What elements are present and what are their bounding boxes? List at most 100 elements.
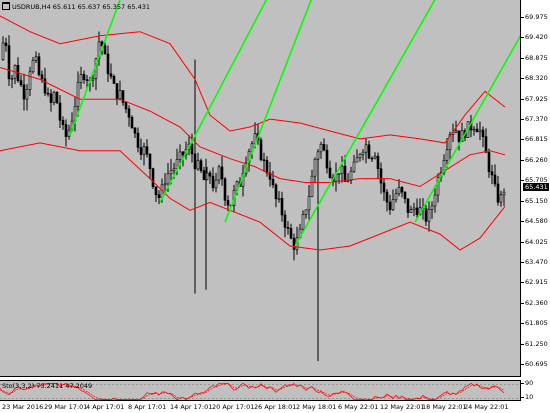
candle-body <box>478 129 482 133</box>
candle-body <box>157 194 161 198</box>
time-tick: 6 May 22:01 <box>338 403 379 411</box>
candle-body <box>214 179 218 189</box>
candle-body <box>484 136 488 153</box>
candle-body <box>259 139 263 161</box>
stochastic-axis-top: 90 <box>520 379 534 387</box>
candle-body <box>127 108 131 118</box>
time-axis[interactable]: 23 Mar 2016 29 Mar 17:01 4 Apr 17:01 8 Apr … <box>0 402 521 413</box>
candle-body <box>364 144 368 153</box>
candle-body <box>25 89 29 100</box>
candle-body <box>40 74 44 80</box>
price-tick: 60.695 <box>521 360 548 368</box>
candle-body <box>106 53 110 75</box>
candle-body <box>445 149 449 161</box>
candle-body <box>271 179 275 186</box>
candle-body <box>61 119 65 125</box>
candle-body <box>316 151 320 160</box>
candle-body <box>358 154 362 159</box>
candle-body <box>352 161 356 172</box>
candle-body <box>79 74 83 83</box>
candle-body <box>43 78 47 94</box>
stochastic-pane[interactable]: Sto(3,3,2) 73.2411 47.2049 <box>0 380 521 401</box>
candle-body <box>265 160 269 174</box>
candle-body <box>283 214 287 228</box>
price-chart-pane[interactable]: USDRUB,H4 65.611 65.637 65.357 65.431 <box>0 0 521 377</box>
stochastic-label: Sto(3,3,2) 73.2411 47.2049 <box>2 382 93 390</box>
candle-body <box>85 79 89 81</box>
candle-body <box>373 155 377 159</box>
candle-body <box>82 74 86 80</box>
candle-body <box>19 80 23 86</box>
candle-body <box>433 194 437 207</box>
candle-body <box>10 77 14 80</box>
candle-body <box>502 191 506 196</box>
candle-body <box>391 199 395 211</box>
candle-body <box>67 129 71 137</box>
candle-body <box>217 166 221 181</box>
candle-body <box>493 174 497 185</box>
candle-body <box>400 187 404 193</box>
candle-body <box>37 56 41 76</box>
price-chart-svg[interactable] <box>0 0 521 377</box>
candle-body <box>145 146 149 155</box>
candle-body <box>163 183 167 186</box>
candle-body <box>397 187 401 195</box>
candle-body <box>208 172 212 177</box>
candle-body <box>286 227 290 229</box>
candle-body <box>34 56 38 61</box>
candles <box>1 31 506 261</box>
price-tick: 62.915 <box>521 278 548 287</box>
candle-body <box>475 128 479 133</box>
candle-body <box>211 175 215 189</box>
time-tick: 29 Mar 17:01 <box>44 403 88 411</box>
candle-body <box>202 170 206 181</box>
candle-body <box>103 45 107 55</box>
candle-body <box>139 147 143 155</box>
candle-body <box>322 143 326 151</box>
candle-body <box>379 168 383 184</box>
price-tick: 65.150 <box>521 196 548 205</box>
time-tick: 24 May 22:01 <box>464 403 509 411</box>
candle-body <box>181 151 185 156</box>
candle-body <box>178 151 182 160</box>
candle-body <box>109 73 113 77</box>
candle-body <box>343 165 347 182</box>
candle-body <box>190 143 194 155</box>
price-tick: 66.815 <box>521 135 548 144</box>
candle-body <box>277 198 281 200</box>
candle-body <box>91 77 95 81</box>
price-tick: 67.925 <box>521 94 548 103</box>
candle-body <box>289 228 293 239</box>
candle-body <box>457 130 461 142</box>
stochastic-axis-bottom: 10 <box>520 393 534 401</box>
candle-body <box>46 92 50 95</box>
candle-body <box>226 199 230 206</box>
price-tick: 69.420 <box>521 33 548 42</box>
time-tick: 2 May 18:01 <box>296 403 337 411</box>
candle-body <box>394 193 398 201</box>
candle-body <box>124 102 128 110</box>
upper-band <box>0 15 506 144</box>
chart-window-icon <box>2 2 10 10</box>
candle-body <box>199 160 203 171</box>
chart-header: USDRUB,H4 65.611 65.637 65.357 65.431 <box>2 2 150 11</box>
candle-body <box>307 196 311 211</box>
candle-body <box>349 170 353 181</box>
candle-body <box>301 214 305 230</box>
candle-body <box>382 182 386 193</box>
candle-body <box>292 237 296 250</box>
candle-body <box>64 124 68 137</box>
candle-body <box>115 83 119 99</box>
candle-body <box>415 207 419 215</box>
candle-body <box>490 171 494 176</box>
candle-body <box>487 152 491 173</box>
candle-body <box>7 45 11 80</box>
candle-body <box>52 92 56 103</box>
candle-body <box>424 208 428 222</box>
candle-body <box>355 157 359 163</box>
candle-body <box>388 201 392 211</box>
candle-body <box>406 198 410 213</box>
candle-body <box>58 102 62 121</box>
candle-body <box>55 92 59 104</box>
candle-body <box>280 198 284 216</box>
